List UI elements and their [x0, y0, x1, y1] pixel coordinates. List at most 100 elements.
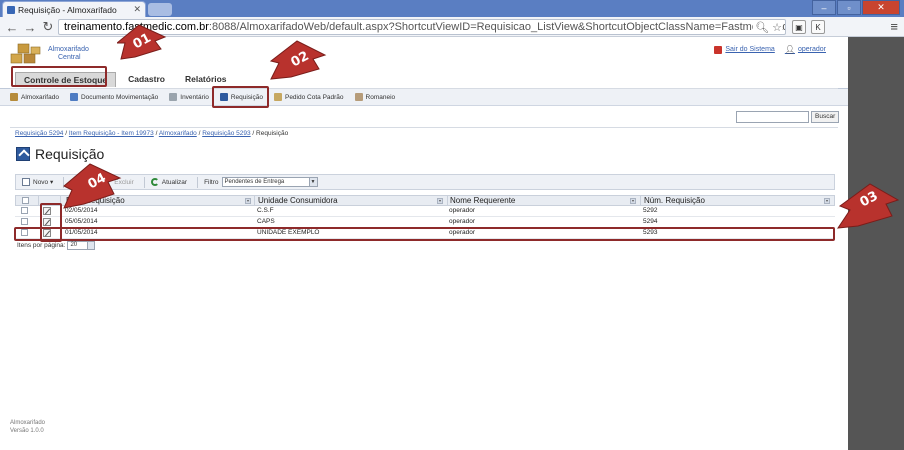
user-label: operador — [797, 46, 826, 53]
column-menu-icon[interactable]: ▾ — [245, 198, 251, 204]
header-unidade-consumidora[interactable]: Unidade Consumidora — [258, 196, 448, 206]
document-icon — [69, 93, 78, 101]
search-input[interactable] — [736, 111, 809, 123]
order-icon — [273, 93, 282, 101]
pager-label: Itens por página: — [17, 242, 66, 249]
cell-unidade: CAPS — [257, 218, 275, 225]
submenu-label: Pedido Cota Padrão — [284, 93, 344, 101]
submenu-label: Almoxarifado — [21, 93, 59, 101]
logo-line1: Almoxarifado — [48, 46, 89, 53]
search-area: Buscar — [736, 111, 840, 123]
refresh-icon — [150, 178, 159, 186]
new-tab-button[interactable] — [148, 3, 172, 16]
toolbar-separator — [143, 176, 145, 188]
top-links: Sair do Sistema 👤︎ operador — [714, 45, 826, 54]
table-row[interactable]: 02/05/2014 C.S.F operador 5292 — [15, 206, 835, 217]
address-bar[interactable]: treinamento.fastmedic.com.br:8088/Almoxa… — [58, 19, 786, 35]
cell-nome: operador — [449, 218, 476, 225]
highlight-edit-icons — [40, 203, 62, 242]
sair-link[interactable]: Sair do Sistema — [714, 45, 775, 54]
window-controls: – ▫ ✕ — [811, 0, 900, 15]
logo-line2: Central — [58, 54, 81, 61]
grid-header-row: Data Requisição ▾ Unidade Consumidora ▾ … — [15, 195, 835, 206]
search-button[interactable]: Buscar — [811, 111, 840, 123]
menu-cadastro[interactable]: Cadastro — [128, 74, 165, 84]
maximize-button[interactable]: ▫ — [837, 0, 861, 15]
column-menu-icon[interactable]: ▾ — [437, 198, 443, 204]
minimize-button[interactable]: – — [812, 0, 836, 15]
submenu-label: Inventário — [180, 93, 209, 101]
back-button[interactable]: ← — [4, 19, 20, 35]
footer-line1: Almoxarifado — [10, 420, 46, 426]
page-favicon-icon — [7, 5, 15, 14]
almoxarifado-logo-icon — [10, 43, 41, 64]
submenu-documento-movimentacao[interactable]: Documento Movimentação — [69, 93, 159, 101]
user-icon: 👤︎ — [784, 45, 795, 54]
reload-button[interactable]: ↻ — [40, 19, 56, 35]
checkbox — [22, 197, 29, 204]
submenu-romaneio[interactable]: Romaneio — [354, 93, 395, 101]
breadcrumb-link[interactable]: Item Requisição - Item 19973 — [69, 130, 154, 137]
submenu-almoxarifado[interactable]: Almoxarifado — [10, 93, 59, 101]
toolbar-separator — [197, 176, 199, 188]
forward-button[interactable]: → — [22, 19, 38, 35]
highlight-row — [14, 227, 835, 241]
filtro-group: Filtro Pendentes de Entrega ▼ — [204, 177, 318, 187]
tab-title: Requisição - Almoxarifado — [18, 4, 117, 15]
submenu-pedido-cota-padrao[interactable]: Pedido Cota Padrão — [273, 93, 344, 101]
breadcrumb-link[interactable]: Almoxarifado — [159, 130, 197, 137]
breadcrumb-link[interactable]: Requisição 5294 — [15, 130, 63, 137]
atualizar-button[interactable]: Atualizar — [150, 178, 187, 186]
tab-close-icon[interactable]: ✕ — [133, 4, 141, 15]
browser-menu-icon[interactable]: ≡ — [890, 19, 898, 34]
url-path: :8088/AlmoxarifadoWeb/default.aspx?Short… — [208, 21, 786, 33]
browser-tabbar: Requisição - Almoxarifado ✕ – ▫ ✕ — [0, 0, 904, 17]
column-menu-icon[interactable]: ▾ — [824, 198, 830, 204]
close-window-button[interactable]: ✕ — [862, 0, 900, 15]
column-menu-icon[interactable]: ▾ — [630, 198, 636, 204]
filtro-select[interactable]: Pendentes de Entrega ▼ — [221, 177, 318, 187]
breadcrumb-link[interactable]: Requisição 5293 — [202, 130, 250, 137]
header-num-requisicao[interactable]: Núm. Requisição — [644, 196, 834, 206]
checkbox — [21, 207, 28, 214]
separator — [10, 127, 838, 128]
omnibox-icons: 🔍︎ ☆ — [753, 21, 782, 34]
column-divider — [640, 196, 641, 206]
highlight-requisicao — [212, 86, 269, 108]
extension-icon[interactable]: ▣ — [792, 20, 806, 34]
exit-icon — [714, 45, 723, 54]
filtro-value: Pendentes de Entrega — [224, 179, 285, 185]
cell-num: 5294 — [643, 218, 658, 225]
items-per-page-select[interactable]: 20 — [67, 241, 96, 250]
grid-toolbar: Novo ▾ Excluir Atualizar Filtro Pendente… — [15, 174, 835, 190]
page-background-strip — [848, 37, 904, 450]
cell-num: 5292 — [643, 207, 658, 214]
cell-data: 05/05/2014 — [65, 218, 98, 225]
browser-tab[interactable]: Requisição - Almoxarifado ✕ — [2, 1, 146, 17]
cell-nome: operador — [449, 207, 476, 214]
user-link[interactable]: 👤︎ operador — [785, 45, 826, 54]
zoom-icon[interactable]: 🔍︎ — [755, 22, 769, 34]
bookmark-star-icon[interactable]: ☆ — [772, 22, 782, 34]
chevron-down-icon — [87, 242, 95, 249]
footer: Almoxarifado Versão 1.0.0 — [10, 419, 45, 435]
separator — [10, 88, 838, 89]
column-divider — [447, 196, 448, 206]
breadcrumb-current: Requisição — [256, 130, 289, 137]
pager-value: 20 — [70, 242, 78, 248]
footer-line2: Versão 1.0.0 — [10, 428, 44, 434]
header-nome-requerente[interactable]: Nome Requerente — [450, 196, 640, 206]
novo-button[interactable]: Novo ▾ — [22, 178, 53, 186]
menu-relatorios[interactable]: Relatórios — [185, 74, 227, 84]
column-divider — [38, 196, 39, 206]
app-page: Almoxarifado Central Sair do Sistema 👤︎ o… — [0, 37, 848, 450]
column-divider — [254, 196, 255, 206]
sub-menu: Almoxarifado Documento Movimentação Inve… — [0, 88, 848, 106]
checkbox — [21, 218, 28, 225]
submenu-label: Documento Movimentação — [80, 93, 159, 101]
submenu-inventario[interactable]: Inventário — [169, 93, 209, 101]
app-logo-text: Almoxarifado Central — [48, 46, 89, 62]
shipping-icon — [354, 93, 363, 101]
extension-k-icon[interactable]: K — [811, 20, 825, 34]
breadcrumb: Requisição 5294 / Item Requisição - Item… — [15, 130, 289, 137]
